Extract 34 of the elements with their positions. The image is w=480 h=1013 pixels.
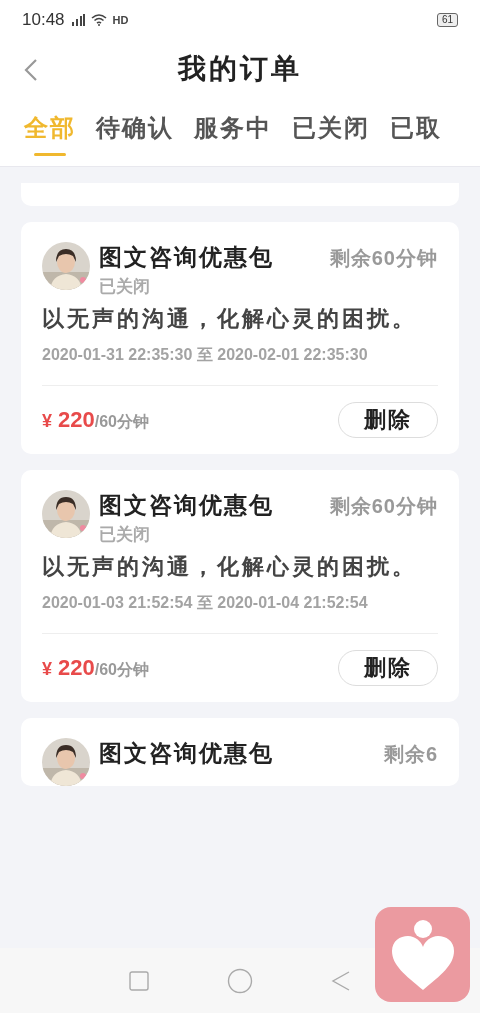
order-card[interactable]: 图文咨询优惠包 剩余6 bbox=[21, 718, 459, 786]
package-title: 图文咨询优惠包 bbox=[99, 739, 274, 768]
filter-tab[interactable]: 已关闭 bbox=[292, 98, 370, 166]
filter-tab[interactable]: 服务中 bbox=[194, 98, 272, 166]
heart-app-icon[interactable] bbox=[375, 907, 470, 1002]
back-icon[interactable] bbox=[331, 969, 351, 992]
filter-tab[interactable]: 待确认 bbox=[96, 98, 174, 166]
wifi-icon bbox=[90, 14, 107, 26]
back-icon[interactable] bbox=[24, 58, 38, 82]
battery-icon: 61 bbox=[436, 13, 458, 27]
delete-button[interactable]: 删除 bbox=[338, 402, 438, 438]
filter-tab[interactable]: 已取 bbox=[390, 98, 442, 166]
recent-apps-icon[interactable] bbox=[129, 970, 149, 991]
network-label: HD bbox=[112, 14, 129, 26]
order-card[interactable]: 图文咨询优惠包 剩余60分钟 已关闭 以无声的沟通，化解心灵的困扰。 2020-01-31 22:35:30 至 2020-02-01 22:35:30 ¥ 220/60分钟 删除 bbox=[21, 222, 459, 454]
order-card[interactable]: 图文咨询优惠包 剩余60分钟 已关闭 以无声的沟通，化解心灵的困扰。 2020-01-03 21:52:54 至 2020-01-04 21:52:54 ¥ 220/60分钟 删除 bbox=[21, 470, 459, 702]
signal-icon bbox=[70, 14, 85, 26]
page-title: 我的订单 bbox=[178, 52, 302, 86]
order-description: 以无声的沟通，化解心灵的困扰。 bbox=[42, 305, 418, 333]
price-label: ¥ 220/60分钟 bbox=[42, 655, 149, 681]
order-description: 以无声的沟通，化解心灵的困扰。 bbox=[42, 553, 418, 581]
service-period: 2020-01-03 21:52:54 至 2020-01-04 21:52:54 bbox=[42, 593, 369, 613]
remaining-time: 剩余60分钟 bbox=[329, 494, 438, 519]
clock-time: 10:48 bbox=[22, 10, 65, 30]
delete-button[interactable]: 删除 bbox=[338, 650, 438, 686]
home-icon[interactable] bbox=[227, 967, 253, 994]
package-title: 图文咨询优惠包 bbox=[99, 491, 274, 520]
remaining-time: 剩余6 bbox=[383, 742, 438, 767]
order-status: 已关闭 bbox=[99, 524, 150, 546]
remaining-time: 剩余60分钟 bbox=[329, 246, 438, 271]
package-title: 图文咨询优惠包 bbox=[99, 243, 274, 272]
order-status: 已关闭 bbox=[99, 276, 150, 298]
service-period: 2020-01-31 22:35:30 至 2020-02-01 22:35:30 bbox=[42, 345, 369, 365]
price-label: ¥ 220/60分钟 bbox=[42, 407, 149, 433]
